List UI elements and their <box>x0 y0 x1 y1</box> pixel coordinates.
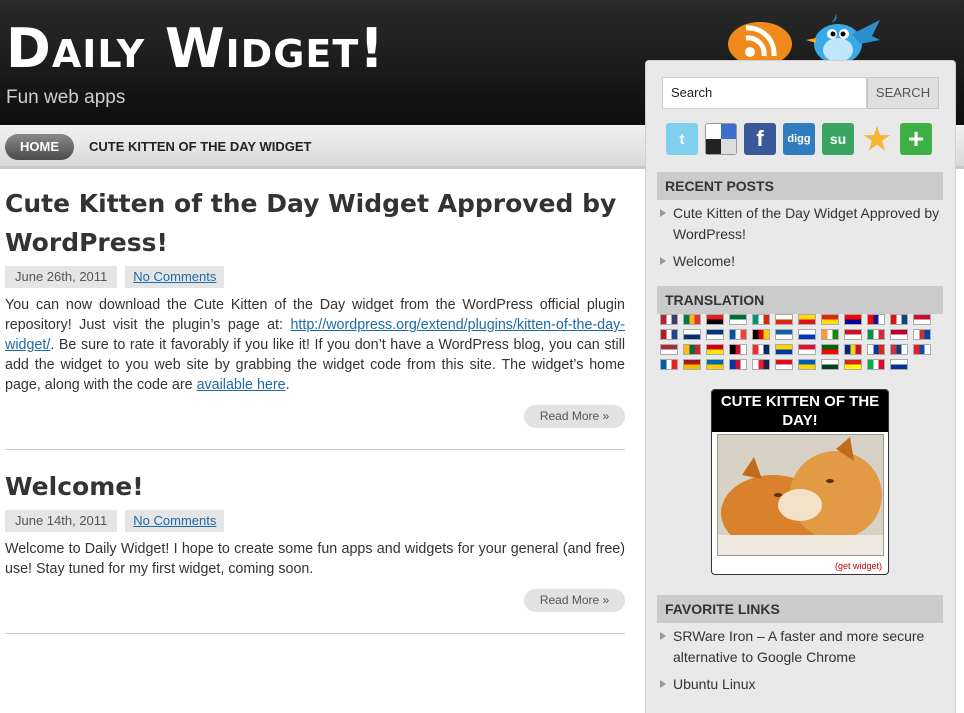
stumbleupon-icon[interactable]: su <box>822 123 854 155</box>
flag-icon[interactable] <box>660 344 678 355</box>
flag-icon[interactable] <box>821 329 839 340</box>
flag-icon[interactable] <box>867 344 885 355</box>
post-divider <box>5 633 625 634</box>
flag-icon[interactable] <box>706 329 724 340</box>
kitten-widget: CUTE KITTEN OF THE DAY! (get widget) <box>711 389 889 575</box>
flag-icon[interactable] <box>729 344 747 355</box>
flag-icon[interactable] <box>867 314 885 325</box>
flag-icon[interactable] <box>890 314 908 325</box>
flag-icon[interactable] <box>844 359 862 370</box>
sidebar: Search SEARCH t f digg su ★ + RECENT POS… <box>645 60 956 713</box>
get-widget-link[interactable]: (get widget) <box>835 561 882 571</box>
kitten-widget-title: CUTE KITTEN OF THE DAY! <box>712 390 888 432</box>
flag-icon[interactable] <box>752 314 770 325</box>
flag-icon[interactable] <box>752 329 770 340</box>
search-input[interactable]: Search <box>662 77 867 109</box>
flag-icon[interactable] <box>706 344 724 355</box>
site-title[interactable]: Daily Widget! <box>6 22 385 76</box>
add-plus-icon[interactable]: + <box>900 123 932 155</box>
post-body: You can now download the Cute Kitten of … <box>5 295 625 395</box>
translation-heading: TRANSLATION <box>657 286 943 314</box>
post-meta: June 14th, 2011 No Comments <box>5 510 625 532</box>
flag-icon[interactable] <box>683 359 701 370</box>
flag-icon[interactable] <box>729 359 747 370</box>
post-title[interactable]: Cute Kitten of the Day Widget Approved b… <box>5 184 625 262</box>
flag-icon[interactable] <box>752 344 770 355</box>
flag-icon[interactable] <box>683 344 701 355</box>
flag-icon[interactable] <box>660 314 678 325</box>
flag-icon[interactable] <box>660 359 678 370</box>
flag-icon[interactable] <box>867 359 885 370</box>
recent-post-link[interactable]: Cute Kitten of the Day Widget Approved b… <box>660 203 945 245</box>
recent-posts-heading: RECENT POSTS <box>657 172 943 200</box>
flag-icon[interactable] <box>798 329 816 340</box>
flag-icon[interactable] <box>798 359 816 370</box>
site-tagline: Fun web apps <box>6 87 126 108</box>
post: Cute Kitten of the Day Widget Approved b… <box>5 184 625 450</box>
flag-icon[interactable] <box>683 314 701 325</box>
post-divider <box>5 449 625 450</box>
flag-icon[interactable] <box>890 329 908 340</box>
post-body: Welcome to Daily Widget! I hope to creat… <box>5 541 625 577</box>
nav-item-cute-kitten[interactable]: CUTE KITTEN OF THE DAY WIDGET <box>89 139 311 154</box>
translation-flags <box>660 314 942 370</box>
flag-icon[interactable] <box>706 359 724 370</box>
read-more-button[interactable]: Read More » <box>524 405 625 428</box>
flag-icon[interactable] <box>729 329 747 340</box>
social-icons: t f digg su ★ + <box>666 123 932 156</box>
flag-icon[interactable] <box>890 344 908 355</box>
available-here-link[interactable]: available here <box>197 377 286 393</box>
flag-icon[interactable] <box>729 314 747 325</box>
flag-icon[interactable] <box>821 359 839 370</box>
comments-link[interactable]: No Comments <box>125 266 225 288</box>
flag-icon[interactable] <box>913 314 931 325</box>
flag-icon[interactable] <box>890 359 908 370</box>
flag-icon[interactable] <box>821 344 839 355</box>
read-more-button[interactable]: Read More » <box>524 589 625 612</box>
recent-posts-list: Cute Kitten of the Day Widget Approved b… <box>660 203 945 278</box>
flag-icon[interactable] <box>775 344 793 355</box>
comments-link[interactable]: No Comments <box>125 510 225 532</box>
nav-home-button[interactable]: HOME <box>5 134 74 160</box>
favorite-links-list: SRWare Iron – A faster and more secure a… <box>660 626 945 701</box>
kitten-photo[interactable] <box>717 434 884 556</box>
flag-icon[interactable] <box>844 314 862 325</box>
post: Welcome! June 14th, 2011 No Comments Wel… <box>5 467 625 634</box>
flag-icon[interactable] <box>660 329 678 340</box>
flag-icon[interactable] <box>798 314 816 325</box>
flag-icon[interactable] <box>821 314 839 325</box>
post-body-text: . Be sure to rate it favorably if you li… <box>5 337 625 393</box>
flag-icon[interactable] <box>683 329 701 340</box>
flag-icon[interactable] <box>775 314 793 325</box>
flag-icon[interactable] <box>844 329 862 340</box>
flag-icon[interactable] <box>867 329 885 340</box>
flag-icon[interactable] <box>844 344 862 355</box>
favorite-link[interactable]: Ubuntu Linux <box>660 674 945 695</box>
post-date: June 26th, 2011 <box>5 266 118 288</box>
main-content: Cute Kitten of the Day Widget Approved b… <box>5 184 625 634</box>
favorite-star-icon[interactable]: ★ <box>861 123 893 156</box>
digg-icon[interactable]: digg <box>783 123 815 155</box>
flag-icon[interactable] <box>706 314 724 325</box>
flag-icon[interactable] <box>913 329 931 340</box>
post-meta: June 26th, 2011 No Comments <box>5 266 625 288</box>
recent-post-link[interactable]: Welcome! <box>660 251 945 272</box>
post-date: June 14th, 2011 <box>5 510 118 532</box>
post-body-text: . <box>285 377 290 393</box>
flag-icon[interactable] <box>798 344 816 355</box>
flag-icon[interactable] <box>775 329 793 340</box>
delicious-icon[interactable] <box>705 123 737 155</box>
search-button[interactable]: SEARCH <box>867 77 939 109</box>
twitter-icon[interactable]: t <box>666 123 698 155</box>
flag-icon[interactable] <box>752 359 770 370</box>
flag-icon[interactable] <box>775 359 793 370</box>
facebook-icon[interactable]: f <box>744 123 776 155</box>
favorite-link[interactable]: SRWare Iron – A faster and more secure a… <box>660 626 945 668</box>
flag-icon[interactable] <box>913 344 931 355</box>
favorite-links-heading: FAVORITE LINKS <box>657 595 943 623</box>
post-title[interactable]: Welcome! <box>5 467 625 506</box>
